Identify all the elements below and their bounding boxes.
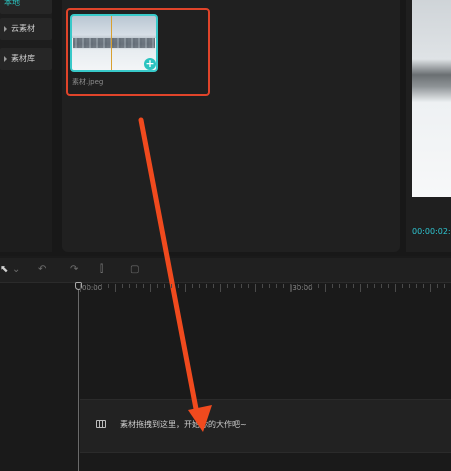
ruler-tick: [115, 284, 116, 292]
ruler-tick: [395, 284, 396, 292]
ruler-tick: [332, 284, 333, 288]
film-icon: [96, 420, 106, 428]
undo-icon[interactable]: ↶: [38, 258, 46, 282]
ruler-tick: [318, 284, 319, 288]
ruler-tick: [241, 284, 242, 288]
ruler-tick: [185, 284, 186, 292]
expand-arrow-icon: [4, 55, 7, 62]
sidebar: 本地 云素材 素材库: [0, 0, 52, 252]
delete-icon[interactable]: ▢: [130, 258, 139, 282]
ruler-tick: [444, 284, 445, 288]
ruler-tick: [227, 284, 228, 288]
ruler-tick: [276, 284, 277, 288]
ruler-tick: [297, 284, 298, 288]
ruler-tick: [129, 284, 130, 288]
timeline-toolbar: ⬉ ⌄ ↶ ↷ ⫿ ▢: [0, 258, 451, 283]
ruler-label-start: 00:00: [82, 284, 103, 292]
ruler-tick: [108, 284, 109, 288]
ruler-tick: [87, 284, 88, 288]
ruler-tick: [157, 284, 158, 288]
ruler-tick: [101, 284, 102, 288]
sidebar-item-label: 素材库: [11, 54, 35, 63]
ruler-tick: [192, 284, 193, 288]
sidebar-item-cloud[interactable]: 云素材: [0, 18, 52, 40]
ruler-tick: [178, 284, 179, 288]
add-to-timeline-button[interactable]: +: [144, 58, 156, 70]
ruler-tick: [269, 284, 270, 288]
ruler-tick: [150, 284, 151, 292]
ruler-tick: [234, 284, 235, 288]
ruler-tick: [430, 284, 431, 292]
redo-icon[interactable]: ↷: [70, 258, 78, 282]
ruler-tick: [290, 284, 291, 292]
timeline-playhead[interactable]: [78, 284, 79, 471]
ruler-tick: [388, 284, 389, 288]
ruler-tick: [248, 284, 249, 288]
ruler-tick: [283, 284, 284, 288]
ruler-tick: [402, 284, 403, 288]
sidebar-item-library[interactable]: 素材库: [0, 48, 52, 70]
preview-timecode: 00:00:02:0: [412, 227, 451, 236]
ruler-tick: [122, 284, 123, 288]
ruler-tick: [409, 284, 410, 288]
select-cursor-icon[interactable]: ⬉: [0, 258, 8, 282]
split-icon[interactable]: ⫿: [100, 258, 103, 282]
sidebar-item-local[interactable]: 本地: [0, 0, 52, 14]
ruler-tick: [213, 284, 214, 288]
ruler-tick: [164, 284, 165, 288]
ruler-tick: [206, 284, 207, 288]
ruler-tick: [171, 284, 172, 288]
trim-handle-right[interactable]: [155, 38, 156, 50]
ruler-tick: [262, 284, 263, 288]
ruler-tick: [381, 284, 382, 288]
drop-hint-text: 素材拖拽到这里，开始你的大作吧~: [120, 420, 247, 429]
ruler-tick: [199, 284, 200, 288]
expand-arrow-icon: [4, 25, 7, 32]
ruler-tick: [367, 284, 368, 288]
preview-image: [412, 0, 451, 197]
ruler-tick: [423, 284, 424, 288]
ruler-tick: [416, 284, 417, 288]
thumbnail-playhead: [111, 16, 112, 70]
sidebar-item-label: 云素材: [11, 24, 35, 33]
chevron-down-icon[interactable]: ⌄: [12, 258, 20, 282]
sidebar-item-label: 本地: [4, 0, 20, 7]
ruler-tick: [304, 284, 305, 288]
ruler-tick: [339, 284, 340, 288]
ruler-tick: [437, 284, 438, 288]
trim-handle-left[interactable]: [72, 38, 73, 50]
ruler-label-30: |30:00: [290, 284, 313, 292]
ruler-tick: [94, 284, 95, 288]
thumbnail-treeline: [72, 38, 156, 48]
ruler-tick: [255, 284, 256, 292]
ruler-tick: [80, 284, 81, 292]
ruler-tick: [220, 284, 221, 292]
ruler-tick: [311, 284, 312, 288]
ruler-tick: [136, 284, 137, 288]
ruler-tick: [374, 284, 375, 288]
ruler-tick: [143, 284, 144, 288]
ruler-tick: [346, 284, 347, 288]
ruler-tick: [353, 284, 354, 288]
ruler-tick: [325, 284, 326, 292]
ruler-tick: [360, 284, 361, 292]
media-filename: 素材.jpeg: [72, 78, 104, 86]
